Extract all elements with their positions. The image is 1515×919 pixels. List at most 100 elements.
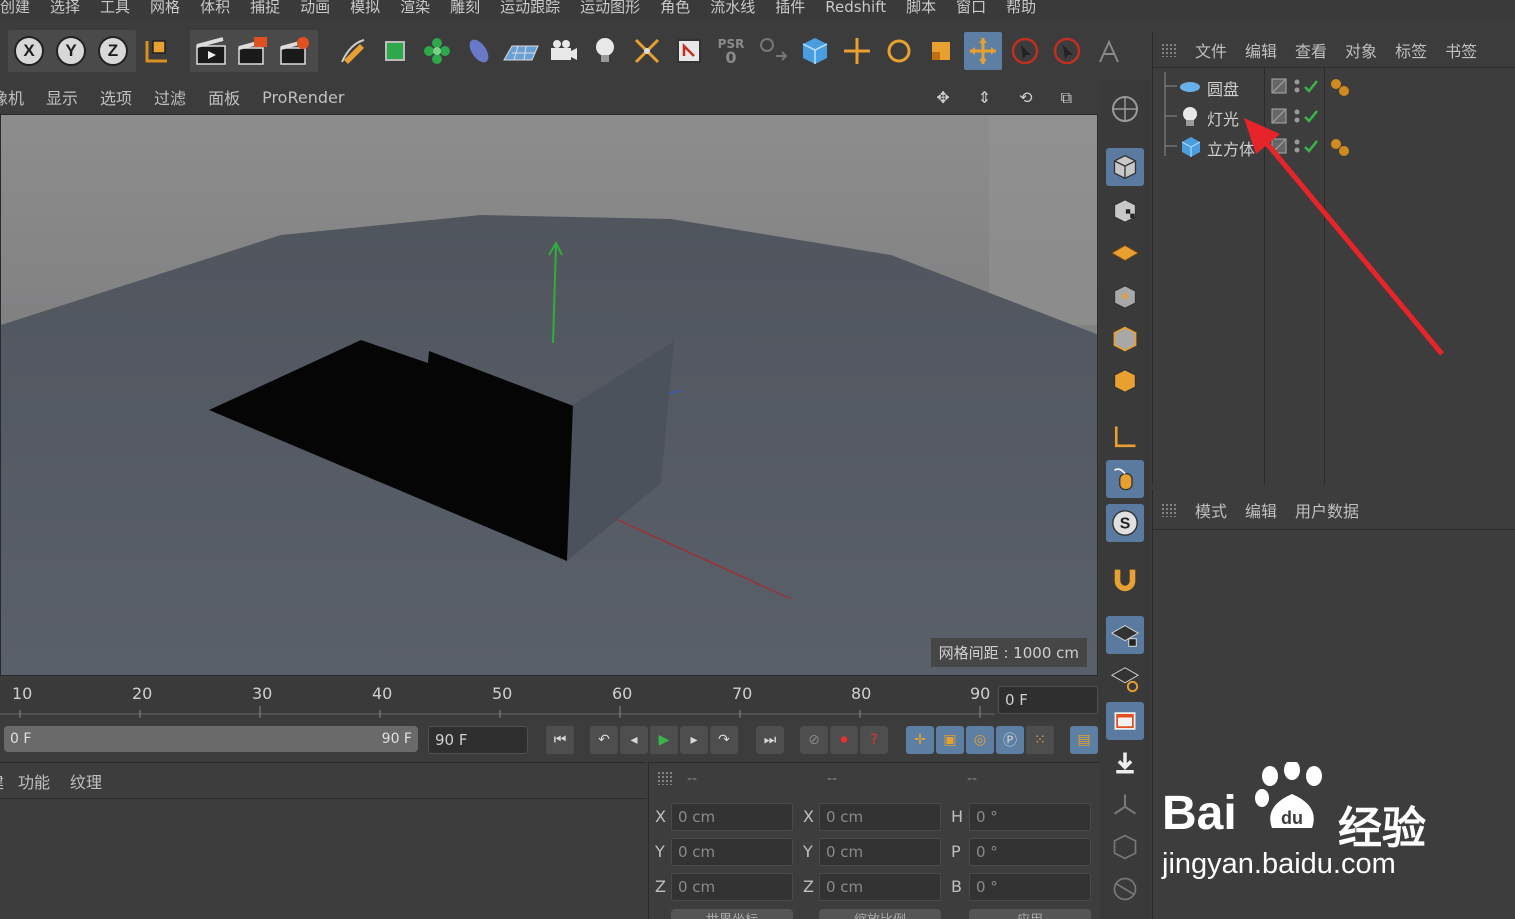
solo-mode-button[interactable]: S (1106, 504, 1144, 542)
object-menu-edit[interactable]: 编辑 (1245, 38, 1277, 62)
viewport-render-button[interactable] (1106, 702, 1144, 740)
menu-mograph[interactable]: 运动图形 (570, 0, 650, 15)
attribute-menu-mode[interactable]: 模式 (1195, 498, 1227, 522)
coordinate-system-button[interactable] (138, 32, 176, 70)
world-coordinates-dropdown[interactable]: 世界坐标 (671, 909, 793, 919)
preview-range-slider[interactable]: 0 F 90 F (4, 726, 418, 752)
menu-plugins[interactable]: 插件 (765, 0, 815, 15)
workplane-grid-button[interactable] (1106, 234, 1144, 272)
texture-mode-button[interactable] (1106, 192, 1144, 230)
light-button[interactable] (586, 32, 624, 70)
menu-select[interactable]: 选择 (40, 0, 90, 15)
viewport-menu-filter[interactable]: 过滤 (154, 85, 186, 109)
key-parameter-button[interactable]: Ⓟ (996, 726, 1024, 754)
live-move-button[interactable] (964, 32, 1002, 70)
pos-z-field[interactable]: 0 cm (671, 873, 793, 901)
timeline-window-button[interactable]: ▤ (1070, 726, 1098, 754)
menu-pipeline[interactable]: 流水线 (700, 0, 765, 15)
array-cloner-button[interactable] (418, 32, 456, 70)
y-axis-lock-button[interactable]: Y (52, 32, 90, 70)
key-scale-button[interactable]: ▣ (936, 726, 964, 754)
rot-p-field[interactable]: 0 ° (969, 838, 1091, 866)
menu-window[interactable]: 窗口 (946, 0, 996, 15)
menu-tools[interactable]: 工具 (90, 0, 140, 15)
dolly-view-icon[interactable]: ⇕ (978, 88, 991, 108)
visibility-check-icon[interactable] (1293, 76, 1323, 98)
menu-character[interactable]: 角色 (650, 0, 700, 15)
floor-button[interactable] (502, 32, 540, 70)
current-frame-field[interactable]: 0 F (998, 686, 1098, 714)
panel-grip-icon[interactable] (657, 771, 673, 785)
size-z-field[interactable]: 0 cm (819, 873, 941, 901)
rot-b-field[interactable]: 0 ° (969, 873, 1091, 901)
menu-motion-tracker[interactable]: 运动跟踪 (490, 0, 570, 15)
psr-button[interactable]: PSR 0 (712, 32, 750, 70)
viewport-menu-display[interactable]: 显示 (46, 85, 78, 109)
scene-button[interactable] (628, 32, 666, 70)
next-frame-button[interactable]: ▸ (680, 726, 708, 754)
menu-create[interactable]: 创建 (0, 0, 40, 15)
polygons-mode-button[interactable] (1106, 362, 1144, 400)
toggle-view-icon[interactable]: ⧉ (1061, 88, 1072, 108)
move-tool-button[interactable] (838, 32, 876, 70)
axis-mode-button[interactable] (1106, 418, 1144, 456)
camera-button[interactable] (544, 32, 582, 70)
cube-grid-button[interactable] (1106, 828, 1144, 866)
object-menu-bookmarks[interactable]: 书签 (1445, 38, 1477, 62)
pos-y-field[interactable]: 0 cm (671, 838, 793, 866)
next-key-button[interactable]: ↷ (710, 726, 738, 754)
material-menu-function[interactable]: 功能 (18, 769, 50, 793)
viewport-menu-prorender[interactable]: ProRender (262, 88, 344, 107)
lock-workplane-button[interactable] (1106, 616, 1144, 654)
orbit-view-icon[interactable]: ⟲ (1019, 88, 1032, 108)
sphere-button[interactable] (1106, 870, 1144, 908)
panel-grip-icon[interactable] (1161, 42, 1177, 57)
3d-viewport[interactable]: 网格间距 : 1000 cm (0, 114, 1098, 676)
pen-tool-button[interactable] (334, 32, 372, 70)
menu-sculpt[interactable]: 雕刻 (440, 0, 490, 15)
menu-volume[interactable]: 体积 (190, 0, 240, 15)
material-menu-create[interactable]: 创建 (0, 769, 4, 793)
object-menu-file[interactable]: 文件 (1195, 38, 1227, 62)
scale-dropdown[interactable]: 缩放比例 (819, 909, 941, 919)
menu-snap[interactable]: 捕捉 (240, 0, 290, 15)
x-axis-lock-button[interactable]: X (10, 32, 48, 70)
scale-tool-button[interactable] (922, 32, 960, 70)
axis-swap-button[interactable] (754, 32, 792, 70)
tags-button[interactable] (670, 32, 708, 70)
size-x-field[interactable]: 0 cm (819, 803, 941, 831)
object-name[interactable]: 圆盘 (1207, 76, 1239, 100)
autokey-button[interactable]: ? (860, 726, 888, 754)
axis-tool-button[interactable] (1090, 32, 1128, 70)
import-button[interactable] (1106, 744, 1144, 782)
material-menu-texture[interactable]: 纹理 (70, 769, 102, 793)
subdivision-button[interactable] (376, 32, 414, 70)
record-keys-button[interactable]: ⊘ (800, 726, 828, 754)
workplane-button[interactable] (1106, 90, 1144, 128)
object-menu-tags[interactable]: 标签 (1395, 38, 1427, 62)
render-settings-button[interactable] (276, 32, 314, 70)
attribute-menu-edit[interactable]: 编辑 (1245, 498, 1277, 522)
record-active-button[interactable]: ⏺ (830, 726, 858, 754)
rot-h-field[interactable]: 0 ° (969, 803, 1091, 831)
layer-icon[interactable] (1271, 78, 1287, 94)
size-y-field[interactable]: 0 cm (819, 838, 941, 866)
previous-key-button[interactable]: ↶ (590, 726, 618, 754)
panel-grip-icon[interactable] (1161, 502, 1177, 517)
pos-x-field[interactable]: 0 cm (671, 803, 793, 831)
menu-animate[interactable]: 动画 (290, 0, 340, 15)
select-tool-button[interactable] (1006, 32, 1044, 70)
deformer-button[interactable] (460, 32, 498, 70)
object-menu-view[interactable]: 查看 (1295, 38, 1327, 62)
material-tag-icon[interactable] (1329, 78, 1353, 98)
play-button[interactable]: ▶ (650, 726, 678, 754)
render-view-button[interactable] (192, 32, 230, 70)
object-row[interactable]: 圆盘 (1153, 72, 1515, 102)
cube-primitive-button[interactable] (796, 32, 834, 70)
previous-frame-button[interactable]: ◂ (620, 726, 648, 754)
apply-button[interactable]: 应用 (969, 909, 1091, 919)
menu-script[interactable]: 脚本 (896, 0, 946, 15)
menu-render[interactable]: 渲染 (390, 0, 440, 15)
key-rotation-button[interactable]: ◎ (966, 726, 994, 754)
viewport-menu-options[interactable]: 选项 (100, 85, 132, 109)
